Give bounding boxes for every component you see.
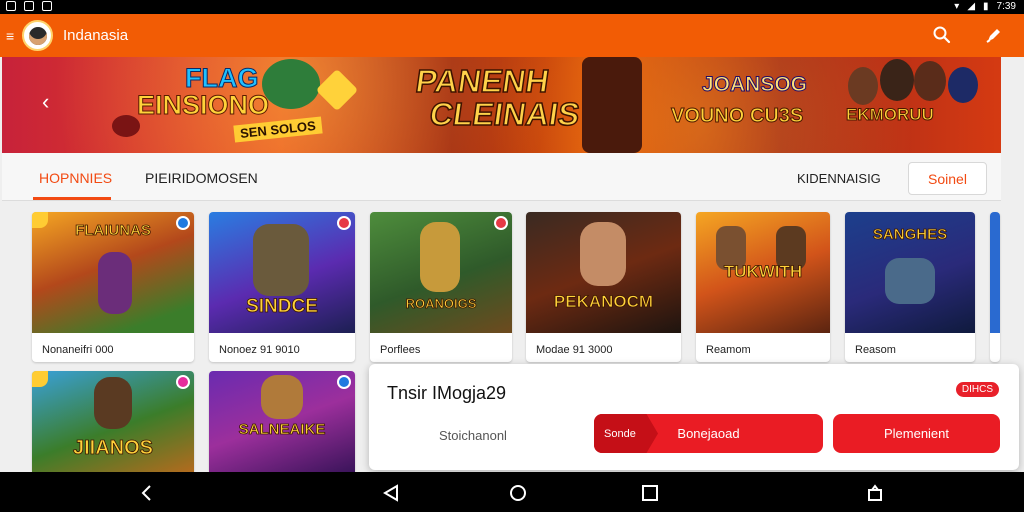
banner-headline-2: CLEINAIS xyxy=(427,95,583,133)
search-icon[interactable] xyxy=(932,25,952,45)
game-thumb-title: SINDCE xyxy=(246,296,319,318)
select-button[interactable]: Soinel xyxy=(908,162,987,195)
gallery-icon xyxy=(42,1,52,11)
tab-bar: HOPNNIES PIEIRIDOMOSEN KIDENNAISIG Soine… xyxy=(2,153,1001,201)
hot-badge-icon xyxy=(494,216,508,230)
popup-secondary-button[interactable]: Plemenient xyxy=(833,414,1000,453)
game-card[interactable]: JIIANOS xyxy=(32,371,194,472)
menu-icon[interactable]: ≡ xyxy=(6,28,14,44)
popup-title: Tnsir IMogja29 xyxy=(387,383,507,403)
back-triangle-icon[interactable] xyxy=(382,484,400,502)
popup-button-tag: Sonde xyxy=(594,414,658,453)
game-thumb-title: PEKANOCM xyxy=(553,292,654,312)
bottom-popup: Tnsir IMogja29 DIHCS Stoichanonl Sonde B… xyxy=(369,364,1019,470)
banner-hero-4 xyxy=(948,67,978,103)
app-bar: ≡ Indanasia xyxy=(0,14,1024,57)
info-badge-icon xyxy=(176,216,190,230)
popup-primary-button[interactable]: Sonde Bonejaoad xyxy=(594,414,823,453)
popup-subtitle[interactable]: Stoichanonl xyxy=(439,428,507,443)
game-card[interactable]: PEKANOCM Modae 91 3000 xyxy=(526,212,681,362)
game-thumbnail: SALNEAIKE xyxy=(209,371,355,472)
game-thumbnail: PEKANOCM xyxy=(526,212,681,333)
tab-primary[interactable]: HOPNNIES xyxy=(39,170,112,186)
hot-badge-icon xyxy=(337,216,351,230)
game-caption: Modae 91 3000 xyxy=(536,344,613,356)
banner-text-vouno: VOUNO CU3S xyxy=(670,105,804,128)
wifi-icon: ▾ xyxy=(954,1,960,12)
game-thumbnail: SINDCE xyxy=(209,212,355,333)
info-badge-icon xyxy=(337,375,351,389)
game-caption: Porflees xyxy=(380,344,421,356)
game-thumb-title: FLAIUNAS xyxy=(75,222,152,240)
banner-prev-arrow[interactable]: ‹ xyxy=(42,89,49,115)
game-thumbnail: FLAIUNAS xyxy=(32,212,194,333)
banner-text-einsiono: EINSIONO xyxy=(136,90,270,121)
filter-label[interactable]: KIDENNAISIG xyxy=(797,171,881,186)
popup-primary-label: Bonejaoad xyxy=(677,426,740,441)
popup-badge: DIHCS xyxy=(955,382,999,397)
banner-character-1 xyxy=(262,59,320,109)
promo-banner[interactable]: ‹ FLAG EINSIONO SEN SOLOS PANENH CLEINAI… xyxy=(2,57,1001,153)
banner-text-joansog: JOANSOG xyxy=(701,73,808,97)
game-card[interactable]: ROANOIGS Porflees xyxy=(370,212,512,362)
new-tag-icon xyxy=(32,371,48,387)
game-thumb-title: SANGHES xyxy=(872,226,948,244)
new-tag-icon xyxy=(32,212,48,228)
download-icon xyxy=(24,1,34,11)
home-circle-icon[interactable] xyxy=(509,484,527,502)
game-card[interactable]: TUKWITH Reamom xyxy=(696,212,830,362)
game-thumbnail xyxy=(990,212,1000,333)
game-thumbnail: ROANOIGS xyxy=(370,212,512,333)
game-card[interactable]: SALNEAIKE xyxy=(209,371,355,472)
game-caption: Reasom xyxy=(855,344,896,356)
game-caption: Reamom xyxy=(706,344,751,356)
game-card[interactable]: FLAIUNAS Nonaneifri 000 xyxy=(32,212,194,362)
banner-headline-1: PANENH xyxy=(413,62,552,100)
recents-square-icon[interactable] xyxy=(641,484,659,502)
game-caption: Nonoez 91 9010 xyxy=(219,344,300,356)
game-card[interactable]: SANGHES Reasom xyxy=(845,212,975,362)
promo-badge-icon xyxy=(176,375,190,389)
game-thumb-title: TUKWITH xyxy=(723,262,803,282)
game-caption: Nonaneifri 000 xyxy=(42,344,114,356)
notification-icon xyxy=(6,1,16,11)
signal-icon: ◢ xyxy=(967,1,976,12)
system-nav-bar xyxy=(0,472,1024,512)
game-thumbnail: TUKWITH xyxy=(696,212,830,333)
app-logo[interactable] xyxy=(22,20,53,51)
banner-hero-1 xyxy=(848,67,878,105)
game-thumbnail: JIIANOS xyxy=(32,371,194,472)
app-title: Indanasia xyxy=(63,27,129,44)
game-card[interactable]: SINDCE Nonoez 91 9010 xyxy=(209,212,355,362)
banner-warrior xyxy=(582,57,642,153)
edit-icon[interactable] xyxy=(984,25,1004,45)
rotate-icon[interactable] xyxy=(866,484,884,502)
banner-hero-2 xyxy=(880,59,914,101)
back-chevron-icon[interactable] xyxy=(138,484,156,502)
banner-text-ekmoruu: EKMORUU xyxy=(846,105,935,125)
banner-hero-3 xyxy=(914,61,946,101)
tab-secondary[interactable]: PIEIRIDOMOSEN xyxy=(145,170,258,186)
game-thumbnail: SANGHES xyxy=(845,212,975,333)
active-tab-indicator xyxy=(33,197,111,200)
battery-icon: ▮ xyxy=(983,1,989,12)
clock: 7:39 xyxy=(996,1,1016,12)
game-card-partial[interactable] xyxy=(990,212,1000,362)
game-thumb-title: ROANOIGS xyxy=(405,296,477,312)
banner-gem xyxy=(112,115,140,137)
game-thumb-title: JIIANOS xyxy=(72,437,154,460)
status-bar: ▾ ◢ ▮ 7:39 xyxy=(0,0,1024,14)
game-thumb-title: SALNEAIKE xyxy=(238,421,326,439)
